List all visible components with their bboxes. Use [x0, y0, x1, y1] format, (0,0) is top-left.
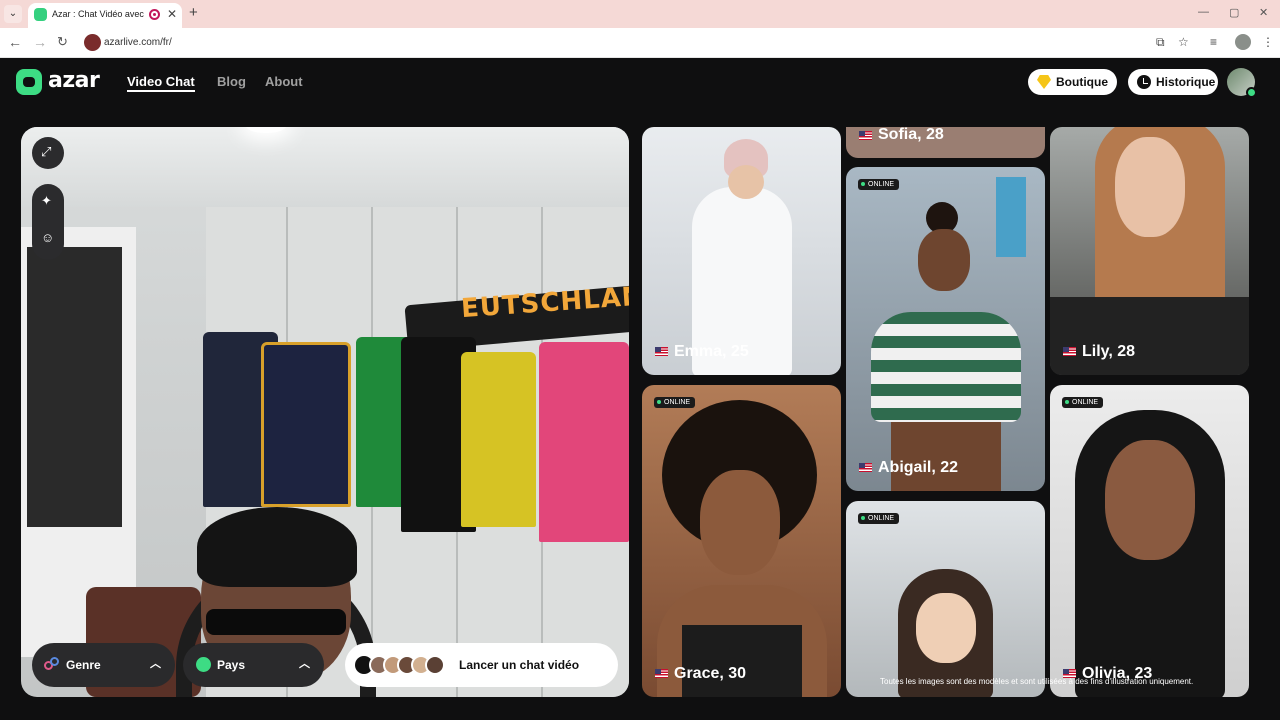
us-flag-icon [655, 669, 668, 678]
profile-card[interactable]: ONLINE Grace, 30 [642, 385, 841, 697]
gem-icon [1037, 75, 1051, 89]
start-video-chat-label: Lancer un chat vidéo [459, 658, 580, 672]
avatar [425, 655, 445, 675]
tab-list-chevron-icon[interactable]: ⌄ [4, 5, 22, 23]
hanging-jersey [539, 342, 629, 542]
install-app-icon[interactable]: ⧉ [1156, 35, 1165, 50]
window-close-icon[interactable]: ✕ [1259, 6, 1268, 19]
profile-photo-face [916, 593, 976, 663]
user-hair [197, 507, 357, 587]
room-ceiling [21, 127, 629, 207]
profile-name: Lily, 28 [1082, 343, 1136, 360]
gender-icon [44, 657, 60, 673]
us-flag-icon [655, 347, 668, 356]
nav-video-chat[interactable]: Video Chat [127, 74, 195, 92]
us-flag-icon [859, 131, 872, 140]
us-flag-icon [859, 463, 872, 472]
profile-photo-body [891, 422, 1001, 491]
profile-photo-top [682, 625, 802, 697]
effects-toolbar: ✦ ☺ [32, 184, 64, 260]
recording-icon [149, 9, 160, 20]
site-info-icon[interactable] [84, 34, 101, 51]
profile-card[interactable]: Sofia, 28 [846, 127, 1045, 158]
country-filter-button[interactable]: Pays ︿ [183, 643, 324, 687]
country-filter-label: Pays [217, 658, 246, 672]
us-flag-icon [1063, 347, 1076, 356]
hanging-jersey [261, 342, 351, 507]
maximize-icon[interactable]: ▢ [1229, 6, 1239, 19]
online-status-icon [1246, 87, 1257, 98]
fullscreen-button[interactable]: ⤢ [32, 137, 64, 169]
browser-tabstrip: ⌄ Azar : Chat Vidéo avec de n ✕ + — ▢ ✕ [0, 0, 1280, 28]
tab-title: Azar : Chat Vidéo avec de n [52, 9, 144, 19]
azar-favicon-icon [34, 8, 47, 21]
magic-wand-icon[interactable]: ✦ [41, 193, 52, 209]
profile-photo-sign [996, 177, 1026, 257]
gender-filter-label: Genre [66, 658, 101, 672]
profile-card[interactable]: ONLINE [846, 501, 1045, 697]
nav-blog[interactable]: Blog [217, 74, 246, 89]
reading-list-icon[interactable]: ≡ [1210, 35, 1217, 49]
browser-menu-icon[interactable]: ⋮ [1262, 35, 1274, 49]
gender-filter-button[interactable]: Genre ︿ [32, 643, 175, 687]
sunglasses [206, 609, 346, 635]
online-badge: ONLINE [858, 179, 900, 190]
profile-photo-body [1050, 297, 1249, 375]
reload-icon[interactable]: ↻ [57, 34, 68, 50]
online-badge: ONLINE [654, 397, 696, 408]
site-header: azar Video Chat Blog About Boutique Hist… [0, 58, 1280, 110]
image-disclaimer: Toutes les images sont des modèles et so… [880, 677, 1194, 686]
clock-icon [1137, 75, 1151, 89]
profile-photo-sweater [871, 312, 1021, 422]
camera-preview: EUTSCHLAND ⤢ ✦ ☺ Genre ︿ Pays ︿ Lancer u… [21, 127, 629, 697]
bookmark-star-icon[interactable]: ☆ [1178, 35, 1189, 49]
shop-label: Boutique [1056, 75, 1108, 89]
window-glass [27, 247, 122, 527]
chevron-up-icon: ︿ [299, 658, 310, 670]
profile-name: Emma, 25 [674, 343, 749, 360]
online-badge: ONLINE [1062, 397, 1104, 408]
url-text[interactable]: azarlive.com/fr/ [104, 37, 172, 48]
profile-photo-face [1115, 137, 1185, 237]
online-badge: ONLINE [858, 513, 900, 524]
profile-card[interactable]: ONLINE Abigail, 22 [846, 167, 1045, 491]
shop-button[interactable]: Boutique [1028, 69, 1117, 95]
forward-icon[interactable]: → [33, 34, 47, 50]
expand-icon: ⤢ [41, 144, 52, 159]
profile-name: Sofia, 28 [878, 127, 944, 143]
address-bar[interactable]: azarlive.com/fr/ [80, 32, 1200, 54]
new-tab-button[interactable]: + [189, 4, 198, 21]
profile-photo-face [728, 165, 764, 199]
profile-name: Abigail, 22 [878, 459, 959, 476]
logo-text[interactable]: azar [48, 68, 100, 93]
browser-tab[interactable]: Azar : Chat Vidéo avec de n ✕ [28, 3, 182, 28]
tab-close-icon[interactable]: ✕ [167, 7, 177, 21]
profile-name: Grace, 30 [674, 665, 747, 682]
azar-logo-icon[interactable] [16, 69, 42, 95]
browser-profile-icon[interactable] [1235, 34, 1251, 50]
face-filter-icon[interactable]: ☺ [41, 230, 54, 245]
profile-card[interactable]: ONLINE Olivia, 23 [1050, 385, 1249, 697]
hanging-jersey [461, 352, 536, 527]
minimize-icon[interactable]: — [1198, 6, 1209, 18]
profile-card[interactable]: Lily, 28 [1050, 127, 1249, 375]
history-label: Historique [1156, 75, 1216, 89]
profile-photo-face [1105, 440, 1195, 560]
user-avatar[interactable] [1227, 68, 1257, 98]
history-button[interactable]: Historique [1128, 69, 1218, 95]
browser-toolbar: ← → ↻ azarlive.com/fr/ ⧉ ☆ ≡ ⋮ [0, 28, 1280, 58]
start-video-chat-button[interactable]: Lancer un chat vidéo [345, 643, 618, 687]
profile-photo-face [700, 470, 780, 575]
chevron-up-icon: ︿ [150, 658, 161, 670]
globe-icon [196, 657, 211, 672]
nav-about[interactable]: About [265, 74, 303, 89]
profile-photo-face [918, 229, 970, 291]
profile-card[interactable]: Emma, 25 [642, 127, 841, 375]
back-icon[interactable]: ← [8, 34, 22, 50]
